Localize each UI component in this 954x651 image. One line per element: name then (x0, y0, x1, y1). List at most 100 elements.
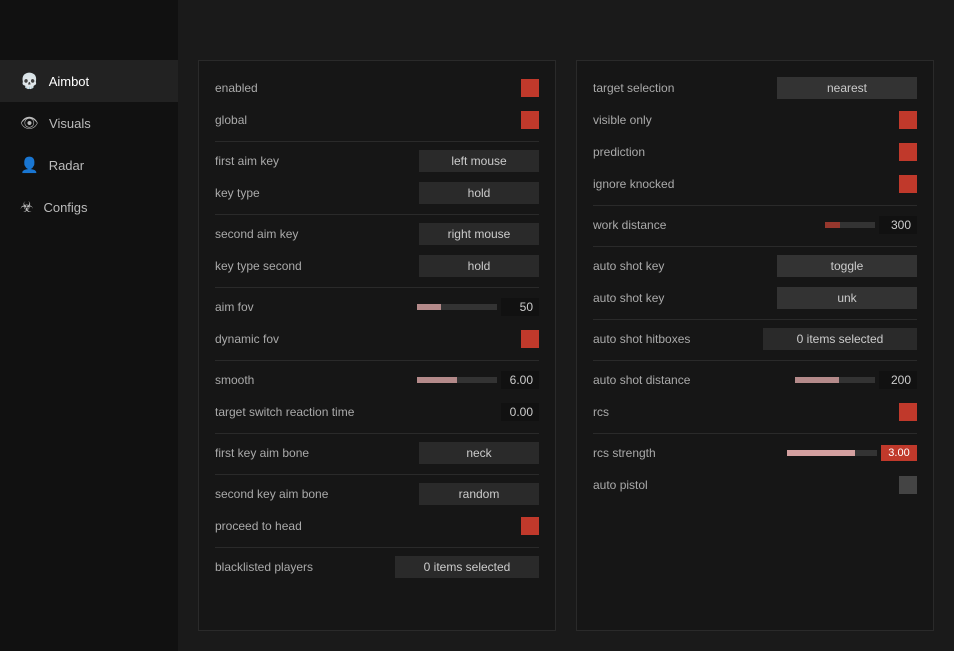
second-aim-key-control: right mouse (395, 223, 539, 245)
blacklisted-players-control: 0 items selected (395, 556, 539, 578)
key-type-second-row: key type second hold (215, 255, 539, 277)
sidebar-item-visuals[interactable]: 👁 Visuals (0, 102, 178, 144)
auto-shot-key2-row: auto shot key unk (593, 287, 917, 309)
enabled-toggle[interactable] (521, 79, 539, 97)
enabled-control (395, 79, 539, 97)
auto-shot-key2-btn[interactable]: unk (777, 287, 917, 309)
auto-shot-hitboxes-label: auto shot hitboxes (593, 332, 763, 346)
second-key-aim-bone-btn[interactable]: random (419, 483, 539, 505)
sidebar: 💀 Aimbot 👁 Visuals 👤 Radar ☣ Configs (0, 0, 178, 651)
auto-pistol-toggle[interactable] (899, 476, 917, 494)
key-type-control: hold (395, 182, 539, 204)
global-toggle[interactable] (521, 111, 539, 129)
target-switch-label: target switch reaction time (215, 405, 395, 419)
aim-fov-track[interactable] (417, 304, 497, 310)
dynamic-fov-row: dynamic fov (215, 328, 539, 350)
ignore-knocked-label: ignore knocked (593, 177, 763, 191)
blacklisted-players-row: blacklisted players 0 items selected (215, 556, 539, 578)
visible-only-label: visible only (593, 113, 763, 127)
rcs-strength-row: rcs strength 3.00 (593, 442, 917, 464)
ignore-knocked-toggle[interactable] (899, 175, 917, 193)
key-type-row: key type hold (215, 182, 539, 204)
second-key-aim-bone-control: random (395, 483, 539, 505)
key-type-label: key type (215, 186, 395, 200)
enabled-row: enabled (215, 77, 539, 99)
proceed-to-head-toggle[interactable] (521, 517, 539, 535)
auto-shot-key2-label: auto shot key (593, 291, 763, 305)
rcs-strength-track[interactable] (787, 450, 877, 456)
auto-shot-key-label: auto shot key (593, 259, 763, 273)
prediction-toggle[interactable] (899, 143, 917, 161)
auto-pistol-control (763, 476, 917, 494)
target-switch-control: 0.00 (395, 403, 539, 421)
aim-fov-row: aim fov 50 (215, 296, 539, 318)
sidebar-item-configs-label: Configs (43, 200, 87, 215)
auto-shot-distance-control: 200 (763, 371, 917, 389)
smooth-fill (417, 377, 457, 383)
rcs-strength-value: 3.00 (881, 445, 917, 461)
work-distance-row: work distance 300 (593, 214, 917, 236)
auto-shot-hitboxes-value[interactable]: 0 items selected (763, 328, 917, 350)
dynamic-fov-toggle[interactable] (521, 330, 539, 348)
smooth-label: smooth (215, 373, 395, 387)
smooth-track[interactable] (417, 377, 497, 383)
rcs-strength-label: rcs strength (593, 446, 763, 460)
auto-pistol-row: auto pistol (593, 474, 917, 496)
prediction-control (763, 143, 917, 161)
sidebar-item-visuals-label: Visuals (49, 116, 91, 131)
second-aim-key-row: second aim key right mouse (215, 223, 539, 245)
target-selection-row: target selection nearest (593, 77, 917, 99)
target-selection-label: target selection (593, 81, 763, 95)
aimbot-icon: 💀 (20, 72, 39, 90)
global-row: global (215, 109, 539, 131)
auto-shot-key-btn[interactable]: toggle (777, 255, 917, 277)
enabled-label: enabled (215, 81, 395, 95)
prediction-row: prediction (593, 141, 917, 163)
first-key-aim-bone-control: neck (395, 442, 539, 464)
aim-fov-control: 50 (395, 298, 539, 316)
auto-shot-distance-value: 200 (879, 371, 917, 389)
left-panel: enabled global first aim key left mouse … (198, 60, 556, 631)
rcs-row: rcs (593, 401, 917, 423)
work-distance-label: work distance (593, 218, 763, 232)
first-key-aim-bone-label: first key aim bone (215, 446, 395, 460)
key-type-btn[interactable]: hold (419, 182, 539, 204)
key-type-second-btn[interactable]: hold (419, 255, 539, 277)
work-distance-fill (825, 222, 840, 228)
global-control (395, 111, 539, 129)
auto-shot-distance-track[interactable] (795, 377, 875, 383)
auto-shot-key2-control: unk (763, 287, 917, 309)
dynamic-fov-label: dynamic fov (215, 332, 395, 346)
key-type-second-label: key type second (215, 259, 395, 273)
global-label: global (215, 113, 395, 127)
main-content: enabled global first aim key left mouse … (178, 0, 954, 651)
second-aim-key-btn[interactable]: right mouse (419, 223, 539, 245)
auto-shot-distance-fill (795, 377, 839, 383)
blacklisted-players-value[interactable]: 0 items selected (395, 556, 539, 578)
target-selection-control: nearest (763, 77, 917, 99)
target-switch-row: target switch reaction time 0.00 (215, 401, 539, 423)
rcs-toggle[interactable] (899, 403, 917, 421)
rcs-label: rcs (593, 405, 763, 419)
ignore-knocked-row: ignore knocked (593, 173, 917, 195)
proceed-to-head-control (395, 517, 539, 535)
dynamic-fov-control (395, 330, 539, 348)
sidebar-item-aimbot[interactable]: 💀 Aimbot (0, 60, 178, 102)
target-selection-btn[interactable]: nearest (777, 77, 917, 99)
rcs-strength-fill (787, 450, 855, 456)
key-type-second-control: hold (395, 255, 539, 277)
first-key-aim-bone-btn[interactable]: neck (419, 442, 539, 464)
auto-shot-hitboxes-row: auto shot hitboxes 0 items selected (593, 328, 917, 350)
sidebar-item-radar[interactable]: 👤 Radar (0, 144, 178, 186)
work-distance-track[interactable] (825, 222, 875, 228)
rcs-control (763, 403, 917, 421)
visible-only-toggle[interactable] (899, 111, 917, 129)
blacklisted-players-label: blacklisted players (215, 560, 395, 574)
second-key-aim-bone-row: second key aim bone random (215, 483, 539, 505)
smooth-value: 6.00 (501, 371, 539, 389)
auto-shot-key-control: toggle (763, 255, 917, 277)
smooth-row: smooth 6.00 (215, 369, 539, 391)
sidebar-item-configs[interactable]: ☣ Configs (0, 186, 178, 228)
first-aim-key-btn[interactable]: left mouse (419, 150, 539, 172)
ignore-knocked-control (763, 175, 917, 193)
